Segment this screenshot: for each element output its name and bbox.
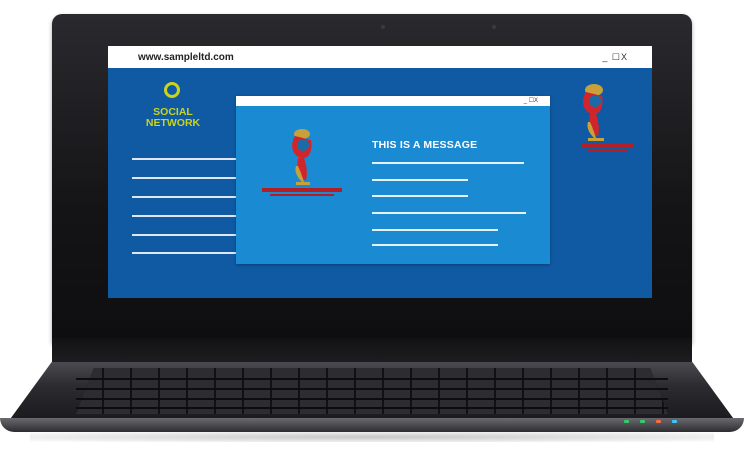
keyboard-row-gap: [76, 407, 668, 409]
camera-icon: [381, 25, 385, 29]
laptop-device: www.sampleltd.com _ ☐X SOCIAL NETWORK _ …: [0, 0, 744, 470]
sidebar-placeholder-line[interactable]: [132, 177, 236, 179]
status-led-orange: [656, 420, 661, 423]
dialog-placeholder-line: [372, 162, 524, 164]
dialog-placeholder-line: [372, 212, 526, 214]
dialog-placeholder-line: [372, 179, 468, 181]
status-led-green: [640, 420, 645, 423]
sidebar-placeholder-line[interactable]: [132, 252, 236, 254]
brand-line-2: NETWORK: [145, 117, 201, 129]
sensor-icon: [492, 25, 496, 29]
browser-titlebar: www.sampleltd.com _ ☐X: [108, 46, 652, 68]
message-dialog[interactable]: _ ☐X THIS IS A MESSAGE: [236, 96, 550, 264]
circle-logo-icon: [164, 82, 180, 98]
keyboard-row-gap: [76, 388, 668, 390]
keyboard-row-gap: [76, 378, 668, 380]
screen-chin: [52, 338, 692, 366]
dialog-titlebar: _ ☐X: [236, 96, 550, 106]
dialog-placeholder-line: [372, 244, 498, 246]
address-url[interactable]: www.sampleltd.com: [138, 52, 234, 63]
screen: www.sampleltd.com _ ☐X SOCIAL NETWORK _ …: [108, 46, 652, 298]
window-controls[interactable]: _ ☐X: [602, 52, 628, 63]
keyboard-row-gap: [76, 398, 668, 400]
sidebar-placeholder-line[interactable]: [132, 215, 236, 217]
status-led-blue: [672, 420, 677, 423]
brand-name: SOCIAL NETWORK: [138, 107, 208, 129]
world-cup-emblem-icon: [578, 84, 634, 163]
dialog-placeholder-line: [372, 229, 498, 231]
sidebar-placeholder-line[interactable]: [132, 234, 236, 236]
dialog-window-controls[interactable]: _ ☐X: [524, 96, 538, 106]
device-shadow: [30, 432, 714, 442]
status-led-green: [624, 420, 629, 423]
sidebar-placeholder-line[interactable]: [132, 158, 236, 160]
device-front-lip: [0, 418, 744, 432]
sidebar-placeholder-line[interactable]: [132, 196, 236, 198]
dialog-message: THIS IS A MESSAGE: [372, 139, 478, 151]
world-cup-emblem-icon: [262, 128, 342, 205]
dialog-placeholder-line: [372, 195, 468, 197]
